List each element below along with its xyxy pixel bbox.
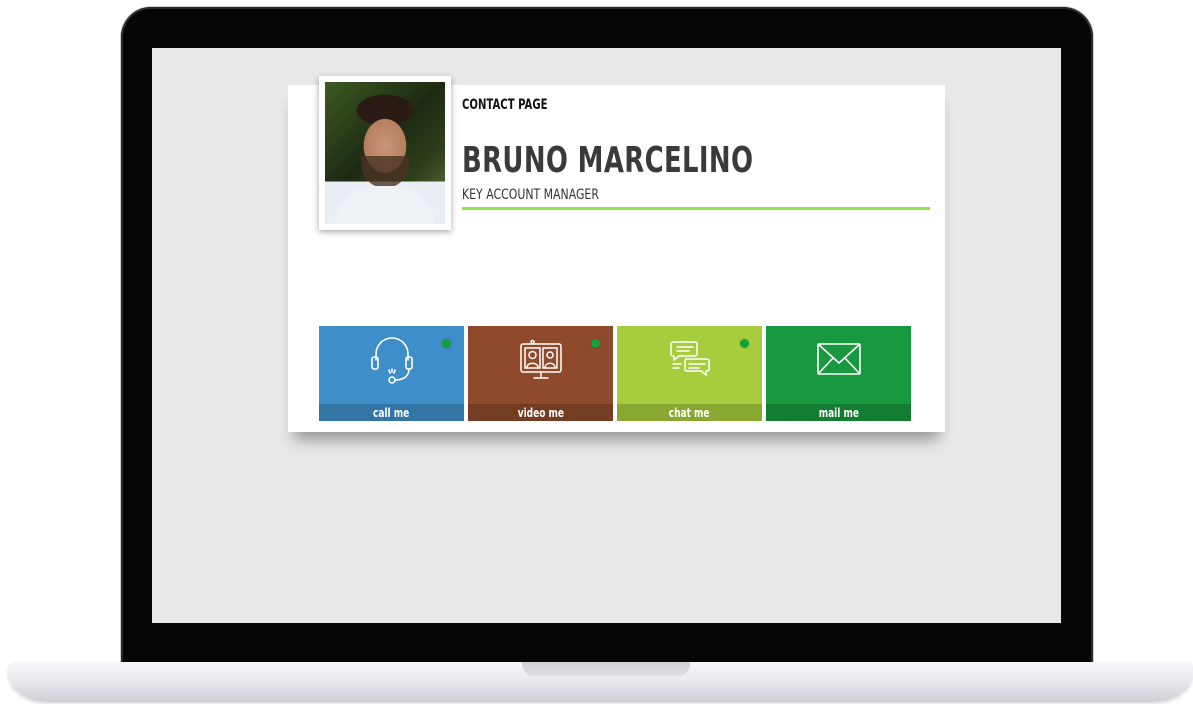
mail-me-button[interactable]: mail me	[766, 326, 911, 421]
laptop-mockup: CONTACT PAGE BRUNO MARCELINO KEY ACCOUNT…	[0, 0, 1193, 704]
profile-photo-frame	[319, 76, 451, 230]
video-me-label: video me	[517, 406, 564, 420]
person-name: BRUNO MARCELINO	[462, 140, 754, 181]
online-status-dot	[442, 339, 451, 348]
tile-label-bar: call me	[319, 404, 464, 421]
envelope-icon	[816, 343, 861, 375]
person-role: KEY ACCOUNT MANAGER	[462, 187, 599, 203]
profile-photo-detail	[361, 156, 409, 188]
page-kicker: CONTACT PAGE	[462, 97, 548, 113]
profile-photo	[325, 82, 445, 224]
profile-photo-detail	[335, 186, 435, 224]
laptop-notch	[522, 662, 690, 676]
call-me-button[interactable]: call me	[319, 326, 464, 421]
contact-options: call me video me chat me mail me	[319, 326, 911, 421]
headset-icon	[370, 337, 413, 384]
tile-label-bar: chat me	[617, 404, 762, 421]
mail-me-label: mail me	[818, 406, 859, 420]
chat-me-button[interactable]: chat me	[617, 326, 762, 421]
video-call-icon	[519, 339, 562, 379]
call-me-label: call me	[373, 406, 410, 420]
chat-me-label: chat me	[669, 406, 710, 420]
online-status-dot	[740, 339, 749, 348]
laptop-screen: CONTACT PAGE BRUNO MARCELINO KEY ACCOUNT…	[152, 48, 1061, 623]
accent-divider	[462, 207, 930, 210]
video-me-button[interactable]: video me	[468, 326, 613, 421]
tile-label-bar: video me	[468, 404, 613, 421]
tile-label-bar: mail me	[766, 404, 911, 421]
chat-bubbles-icon	[669, 341, 710, 377]
online-status-dot	[591, 339, 600, 348]
